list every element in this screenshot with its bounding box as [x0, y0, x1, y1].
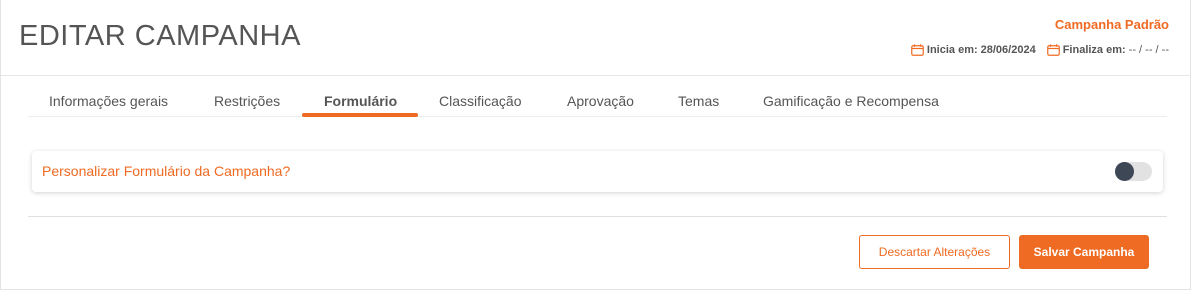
- section-divider: [28, 216, 1167, 217]
- end-date-label: Finaliza em:: [1062, 44, 1126, 56]
- discard-changes-button[interactable]: Descartar Alterações: [859, 235, 1010, 269]
- page-header: EDITAR CAMPANHA Campanha Padrão Inicia e…: [1, 0, 1190, 76]
- calendar-icon: [911, 44, 924, 56]
- start-date: Inicia em: 28/06/2024: [911, 44, 1039, 56]
- page-title: EDITAR CAMPANHA: [19, 20, 301, 52]
- customize-form-card: Personalizar Formulário da Campanha?: [32, 151, 1163, 192]
- tab-restricoes[interactable]: Restrições: [214, 85, 280, 117]
- campaign-name: Campanha Padrão: [1054, 17, 1169, 32]
- customize-form-toggle[interactable]: [1115, 162, 1152, 181]
- start-date-label: Inicia em:: [926, 44, 978, 56]
- start-date-value: 28/06/2024: [980, 44, 1036, 56]
- tab-bar: Informações gerais Restrições Formulário…: [28, 85, 1167, 117]
- save-campaign-button[interactable]: Salvar Campanha: [1019, 235, 1149, 269]
- tab-temas[interactable]: Temas: [678, 85, 719, 117]
- tab-gamificacao-recompensa[interactable]: Gamificação e Recompensa: [763, 85, 939, 117]
- active-tab-indicator: [302, 113, 418, 117]
- end-date: Finaliza em: -- / -- / --: [1046, 44, 1169, 56]
- tab-informacoes-gerais[interactable]: Informações gerais: [49, 85, 168, 117]
- campaign-editor: EDITAR CAMPANHA Campanha Padrão Inicia e…: [0, 0, 1191, 290]
- tab-classificacao[interactable]: Classificação: [439, 85, 521, 117]
- calendar-icon: [1046, 44, 1060, 56]
- campaign-dates: Inicia em: 28/06/2024 Finaliza em: -- / …: [903, 44, 1169, 56]
- tab-aprovacao[interactable]: Aprovação: [567, 85, 634, 117]
- end-date-value: -- / -- / --: [1128, 44, 1169, 56]
- customize-form-question: Personalizar Formulário da Campanha?: [42, 163, 291, 179]
- toggle-knob: [1115, 162, 1134, 181]
